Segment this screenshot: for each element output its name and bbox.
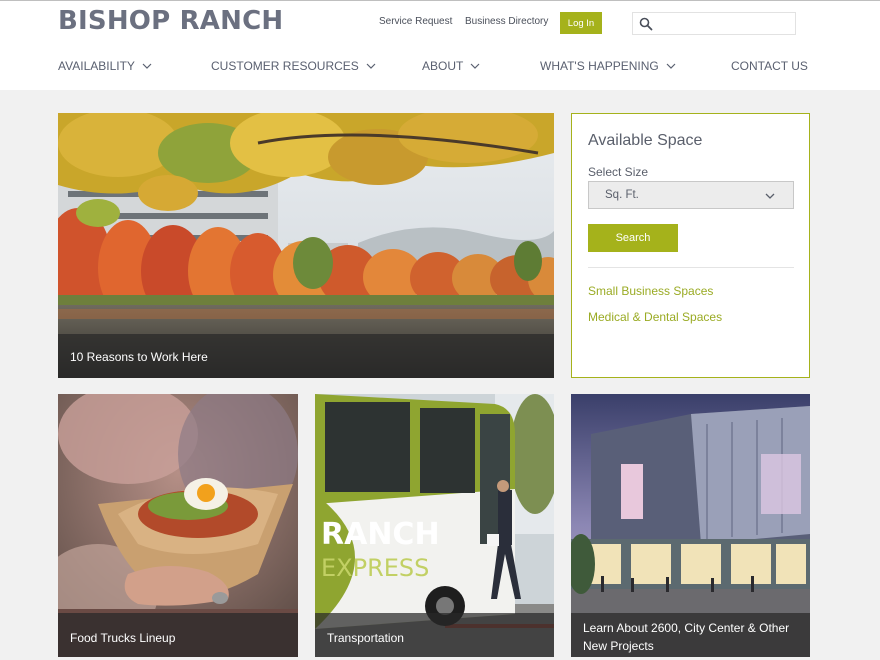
nav-customer-resources[interactable]: CUSTOMER RESOURCES [211,59,376,73]
nav-contact-us[interactable]: CONTACT US [731,59,808,73]
nav-about[interactable]: ABOUT [422,59,480,73]
select-size-label: Select Size [588,165,649,179]
size-select-value: Sq. Ft. [605,189,639,201]
space-search-button[interactable]: Search [588,224,678,252]
svg-text:EXPRESS: EXPRESS [321,554,429,582]
login-button[interactable]: Log In [560,12,602,34]
site-logo[interactable]: BISHOP RANCH [58,6,283,36]
svg-text:RANCH: RANCH [321,517,440,552]
city-center-tile[interactable]: Learn About 2600, City Center & Other Ne… [571,394,810,657]
transportation-tile[interactable]: RANCH EXPRESS Transportation [315,394,554,657]
divider [588,267,794,268]
search-input[interactable] [657,15,793,32]
chevron-down-icon [470,63,480,69]
business-directory-link[interactable]: Business Directory [465,16,548,27]
small-business-spaces-link[interactable]: Small Business Spaces [588,284,713,298]
chevron-down-icon [366,63,376,69]
chevron-down-icon [142,63,152,69]
available-space-panel: Available Space Select Size Sq. Ft. Sear… [571,113,810,378]
nav-whats-happening[interactable]: WHAT'S HAPPENING [540,59,676,73]
nav-contact-us-label: CONTACT US [731,59,808,73]
nav-availability-label: AVAILABILITY [58,59,135,73]
food-caption: Food Trucks Lineup [70,631,176,645]
medical-dental-spaces-link[interactable]: Medical & Dental Spaces [588,310,722,324]
size-select[interactable]: Sq. Ft. [588,181,794,209]
city-center-caption: Learn About 2600, City Center & Other Ne… [583,621,790,653]
nav-about-label: ABOUT [422,59,464,73]
caption-bar: Transportation [315,613,554,657]
site-header: BISHOP RANCH Service Request Business Di… [0,0,880,90]
nav-whats-happening-label: WHAT'S HAPPENING [540,59,659,73]
hero-caption: 10 Reasons to Work Here [70,350,208,364]
caption-bar: Learn About 2600, City Center & Other Ne… [571,613,810,657]
panel-title: Available Space [588,132,703,149]
search-field[interactable] [632,12,796,35]
service-request-link[interactable]: Service Request [379,16,452,27]
chevron-down-icon [765,193,775,199]
nav-availability[interactable]: AVAILABILITY [58,59,152,73]
food-trucks-tile[interactable]: Food Trucks Lineup [58,394,298,657]
transportation-caption: Transportation [327,631,404,645]
search-icon[interactable] [639,17,653,31]
nav-customer-resources-label: CUSTOMER RESOURCES [211,59,359,73]
hero-tile-reasons[interactable]: 10 Reasons to Work Here [58,113,554,378]
chevron-down-icon [666,63,676,69]
caption-bar: Food Trucks Lineup [58,613,298,657]
caption-bar: 10 Reasons to Work Here [58,334,554,378]
